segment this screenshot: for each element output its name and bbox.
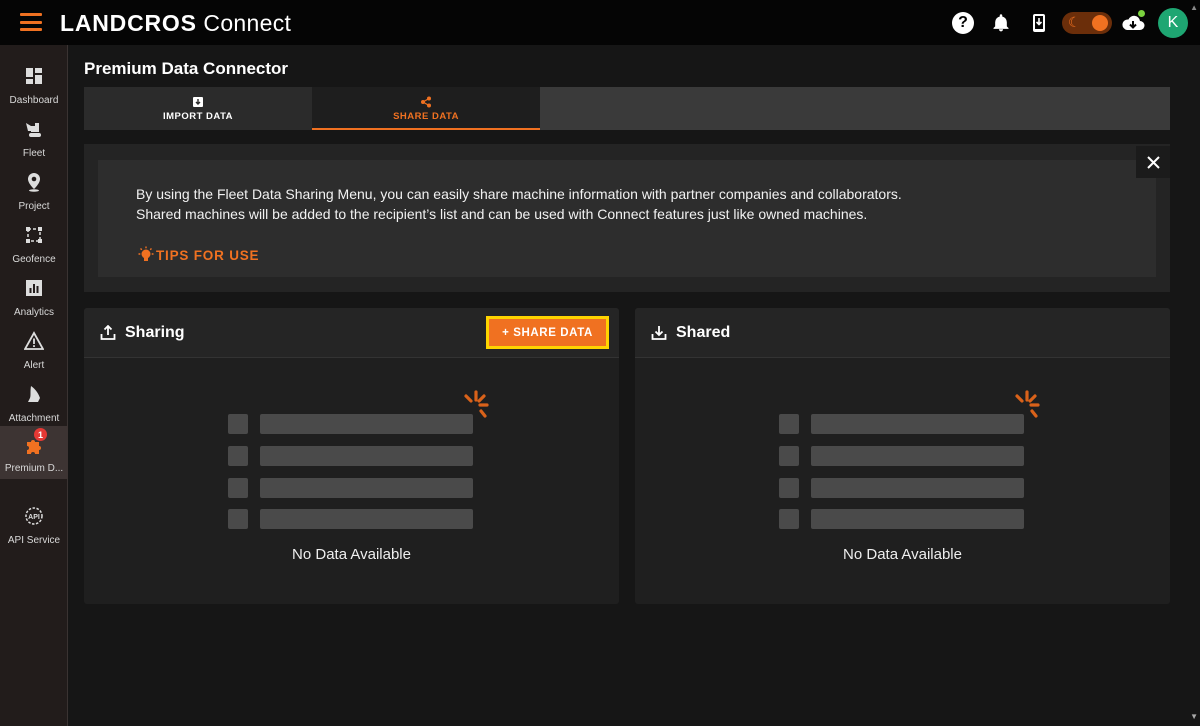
sidebar-item-api-service[interactable]: API API Service	[0, 500, 68, 553]
placeholder-square	[228, 414, 248, 434]
sidebar-item-project[interactable]: Project	[0, 166, 68, 219]
panel-title: Shared	[676, 324, 731, 341]
info-text: By using the Fleet Data Sharing Menu, yo…	[136, 184, 902, 224]
close-icon	[1146, 155, 1160, 169]
placeholder-square	[779, 509, 799, 529]
info-line-1: By using the Fleet Data Sharing Menu, yo…	[136, 186, 902, 202]
placeholder-square	[779, 478, 799, 498]
placeholder-bar	[811, 446, 1024, 466]
sidebar-item-label: Fleet	[22, 148, 46, 159]
tips-label: TIPS FOR USE	[156, 247, 260, 263]
placeholder-bar	[811, 414, 1024, 434]
tab-bar: IMPORT DATA SHARE DATA	[84, 87, 1170, 130]
shared-panel: Shared No Data Available	[635, 308, 1170, 604]
sidebar-item-label: API Service	[7, 535, 61, 546]
upload-icon	[100, 325, 116, 340]
share-icon	[421, 96, 431, 108]
sidebar-item-label: Project	[18, 201, 50, 212]
help-button[interactable]: ?	[946, 7, 980, 38]
panel-title: Sharing	[125, 324, 185, 341]
moon-icon: ☾	[1068, 13, 1081, 30]
panel-header: Sharing + SHARE DATA	[84, 308, 619, 358]
sidebar-item-label: Dashboard	[9, 95, 59, 106]
svg-text:API: API	[28, 514, 40, 521]
info-banner: By using the Fleet Data Sharing Menu, yo…	[84, 144, 1170, 292]
warning-icon	[24, 331, 44, 350]
close-button[interactable]	[1136, 146, 1170, 178]
page-title: Premium Data Connector	[84, 59, 289, 78]
help-icon: ?	[952, 11, 974, 34]
placeholder-bar	[260, 509, 473, 529]
sparkle-icon	[1015, 390, 1040, 418]
placeholder-square	[228, 509, 248, 529]
panel-header: Shared	[635, 308, 1170, 358]
scroll-down-arrow[interactable]: ▼	[1190, 712, 1198, 721]
avatar[interactable]: K	[1158, 7, 1188, 38]
sidebar-item-premium-data[interactable]: 1 Premium D...	[0, 426, 68, 479]
scroll-up-arrow[interactable]: ▲	[1190, 3, 1198, 12]
top-actions: ? ☾ K	[942, 7, 1188, 38]
sidebar-item-fleet[interactable]: Fleet	[0, 113, 68, 166]
sidebar-item-geofence[interactable]: Geofence	[0, 219, 68, 272]
empty-illustration	[779, 382, 1059, 532]
sidebar-item-alert[interactable]: Alert	[0, 325, 68, 378]
bell-icon	[993, 13, 1009, 31]
share-data-button[interactable]: + SHARE DATA	[486, 316, 609, 349]
notification-badge: 1	[34, 428, 47, 441]
menu-icon[interactable]	[20, 13, 42, 31]
sidebar-item-label: Geofence	[12, 254, 56, 265]
sidebar-item-label: Premium D...	[4, 463, 64, 474]
placeholder-bar	[811, 509, 1024, 529]
sharing-panel: Sharing + SHARE DATA No Data Available	[84, 308, 619, 604]
empty-illustration	[228, 382, 508, 532]
info-box: By using the Fleet Data Sharing Menu, yo…	[98, 160, 1156, 277]
import-icon	[193, 97, 203, 107]
map-pin-icon	[28, 173, 40, 192]
geofence-icon	[26, 227, 42, 243]
status-dot	[1138, 10, 1145, 17]
lightbulb-icon	[138, 246, 154, 261]
mobile-download-button[interactable]	[1022, 7, 1056, 38]
top-bar: LANDCROS Connect ? ☾ K	[0, 0, 1200, 45]
mobile-download-icon	[1033, 13, 1045, 32]
placeholder-bar	[260, 478, 473, 498]
attachment-icon	[28, 386, 40, 402]
placeholder-square	[779, 414, 799, 434]
placeholder-square	[228, 478, 248, 498]
tab-share-data[interactable]: SHARE DATA	[312, 87, 540, 130]
placeholder-bar	[260, 446, 473, 466]
toggle-knob	[1092, 14, 1108, 31]
placeholder-bar	[811, 478, 1024, 498]
tips-link[interactable]: TIPS FOR USE	[136, 246, 259, 264]
sidebar-item-attachment[interactable]: Attachment	[0, 378, 68, 431]
empty-state-text: No Data Available	[292, 546, 411, 563]
cloud-download-button[interactable]	[1116, 7, 1150, 38]
api-icon: API	[25, 507, 43, 525]
sparkle-icon	[464, 390, 489, 418]
placeholder-square	[779, 446, 799, 466]
analytics-icon	[26, 280, 42, 296]
info-line-2: Shared machines will be added to the rec…	[136, 206, 868, 222]
tab-import-data[interactable]: IMPORT DATA	[84, 87, 312, 130]
app-title: LANDCROS Connect	[60, 10, 292, 36]
placeholder-square	[228, 446, 248, 466]
sidebar-item-analytics[interactable]: Analytics	[0, 272, 68, 325]
excavator-icon	[26, 123, 41, 137]
sidebar: Dashboard Fleet Project Geofence Analyti…	[0, 45, 68, 726]
dashboard-icon	[26, 68, 42, 84]
download-icon	[651, 326, 667, 340]
tab-label: SHARE DATA	[393, 111, 459, 122]
placeholder-bar	[260, 414, 473, 434]
tab-label: IMPORT DATA	[162, 111, 234, 122]
sidebar-item-label: Attachment	[8, 413, 60, 424]
sidebar-item-label: Analytics	[13, 307, 54, 318]
notifications-button[interactable]	[984, 7, 1018, 38]
sidebar-item-label: Alert	[23, 360, 45, 371]
theme-toggle[interactable]: ☾	[1062, 11, 1112, 34]
sidebar-item-dashboard[interactable]: Dashboard	[0, 60, 68, 113]
empty-state-text: No Data Available	[843, 546, 962, 563]
